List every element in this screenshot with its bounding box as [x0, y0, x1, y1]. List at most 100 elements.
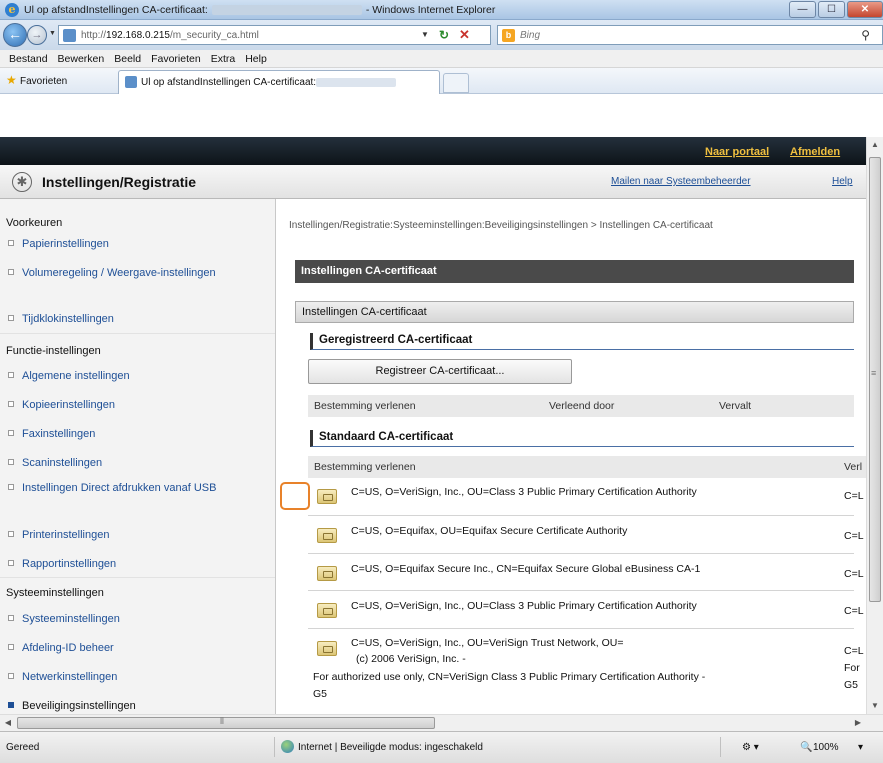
refresh-icon[interactable]: ↻ — [439, 28, 449, 42]
scroll-right-icon[interactable]: ▶ — [850, 715, 866, 731]
menu-help[interactable]: Help — [240, 50, 272, 67]
sidebar-item-papierinstellingen[interactable]: Papierinstellingen — [8, 237, 109, 251]
history-dropdown-icon[interactable]: ▼ — [49, 30, 56, 37]
column-header: Bestemming verlenen — [314, 461, 416, 473]
logout-link[interactable]: Afmelden — [790, 146, 840, 158]
table-row: C=US, O=VeriSign, Inc., OU=Class 3 Publi… — [308, 591, 864, 629]
scroll-down-icon[interactable]: ▼ — [867, 698, 883, 714]
status-divider — [274, 737, 275, 757]
vertical-scroll-thumb[interactable] — [869, 157, 881, 602]
subsection-bar: Instellingen CA-certificaat — [295, 301, 854, 323]
mail-admin-link[interactable]: Mailen naar Systeembeheerder — [611, 176, 751, 187]
bullet-icon — [8, 430, 14, 436]
back-button[interactable]: ← — [3, 23, 27, 47]
redacted-text — [316, 77, 397, 87]
register-ca-button[interactable]: Registreer CA-certificaat... — [308, 359, 572, 384]
search-icon[interactable]: ⚲ — [861, 28, 870, 42]
window-titlebar: e Ul op afstandInstellingen CA-certifica… — [0, 0, 883, 20]
vertical-scrollbar[interactable]: ▲ ▼ — [866, 137, 883, 714]
standard-ca-heading: Standaard CA-certificaat — [310, 430, 854, 447]
scroll-up-icon[interactable]: ▲ — [867, 137, 883, 153]
sidebar-item-rapport[interactable]: Rapportinstellingen — [8, 557, 116, 571]
search-placeholder: Bing — [520, 30, 541, 41]
forward-button[interactable]: → — [27, 25, 47, 45]
column-header: Bestemming verlenen — [314, 400, 416, 412]
cert-issued-by: C=L — [844, 530, 864, 542]
portal-header: Naar portaal Afmelden — [0, 137, 866, 165]
table-row: C=US, O=Equifax, OU=Equifax Secure Certi… — [308, 516, 864, 554]
scroll-left-icon[interactable]: ◀ — [0, 715, 16, 731]
zoom-level[interactable]: 100% — [813, 742, 839, 753]
sidebar-item-kopieer[interactable]: Kopieerinstellingen — [8, 398, 115, 412]
sidebar-item-label: Instellingen Direct afdrukken vanaf USB — [22, 482, 217, 494]
bullet-icon — [8, 269, 14, 275]
sidebar-item-fax[interactable]: Faxinstellingen — [8, 427, 95, 441]
main-content: Instellingen/Registratie:Systeeminstelli… — [277, 199, 866, 714]
horizontal-scrollbar[interactable]: ◀ ▶ — [0, 714, 883, 731]
sidebar-item-usb[interactable]: Instellingen Direct afdrukken vanaf USB — [8, 481, 252, 495]
bullet-icon — [8, 459, 14, 465]
menu-beeld[interactable]: Beeld — [109, 50, 146, 67]
sidebar-item-beveiliging[interactable]: Beveiligingsinstellingen — [8, 699, 136, 713]
sidebar-item-systeeminstellingen[interactable]: Systeeminstellingen — [8, 612, 120, 626]
address-field[interactable]: http://192.168.0.215/m_security_ca.html … — [58, 25, 491, 45]
sidebar-item-label: Printerinstellingen — [22, 529, 110, 541]
registered-table-header: Bestemming verlenen Verleend door Verval… — [308, 395, 854, 417]
sidebar-section-voorkeuren: Voorkeuren — [6, 217, 63, 229]
sidebar-item-label: Algemene instellingen — [22, 370, 130, 382]
portal-link[interactable]: Naar portaal — [705, 146, 769, 158]
certificate-icon[interactable] — [317, 603, 337, 618]
standard-table-header: Bestemming verlenen Verl — [308, 456, 866, 478]
sidebar-item-label: Afdeling-ID beheer — [22, 642, 114, 654]
certificate-icon[interactable] — [317, 489, 337, 504]
sidebar-item-afdeling-id[interactable]: Afdeling-ID beheer — [8, 641, 114, 655]
stop-icon[interactable]: ✕ — [459, 27, 470, 43]
sidebar-item-tijdklokinstellingen[interactable]: Tijdklokinstellingen — [8, 312, 114, 326]
search-field[interactable]: b Bing ⚲ — [497, 25, 883, 45]
sidebar-item-netwerk[interactable]: Netwerkinstellingen — [8, 670, 117, 684]
column-header: Verl — [844, 461, 863, 473]
bullet-icon — [8, 484, 14, 490]
highlight-marker — [280, 482, 310, 510]
cert-issued-by-line: G5 — [844, 679, 859, 691]
window-title-text: Ul op afstandInstellingen CA-certificaat… — [24, 4, 208, 16]
bullet-icon — [8, 702, 14, 708]
sidebar-item-volumeregeling[interactable]: Volumeregeling / Weergave-instellingen — [8, 266, 242, 280]
cert-issued-by-line: For — [844, 662, 860, 674]
horizontal-scroll-thumb[interactable] — [17, 716, 435, 729]
page-settings-icon[interactable]: ⚙ ▾ — [742, 742, 759, 753]
page-header: ✱ Instellingen/Registratie Mailen naar S… — [0, 165, 866, 199]
address-dropdown-icon[interactable]: ▼ — [421, 30, 429, 39]
menu-extra[interactable]: Extra — [206, 50, 241, 67]
window-controls: — ☐ ✕ — [787, 1, 883, 18]
new-tab-button[interactable] — [443, 73, 469, 93]
favorites-button[interactable]: Favorieten — [20, 76, 67, 87]
window-title-app: - Windows Internet Explorer — [365, 4, 496, 16]
sidebar-item-algemene[interactable]: Algemene instellingen — [8, 369, 130, 383]
url-host: 192.168.0.215 — [106, 30, 170, 41]
certificate-icon[interactable] — [317, 566, 337, 581]
menu-favorieten[interactable]: Favorieten — [146, 50, 206, 67]
maximize-button[interactable]: ☐ — [818, 1, 845, 18]
zoom-dropdown-icon[interactable]: ▾ — [858, 742, 863, 753]
sidebar-item-printer[interactable]: Printerinstellingen — [8, 528, 110, 542]
cert-issued-by: C=L — [844, 568, 864, 580]
help-link[interactable]: Help — [832, 176, 853, 187]
menu-bewerken[interactable]: Bewerken — [53, 50, 110, 67]
certificate-icon[interactable] — [317, 641, 337, 656]
sidebar-item-scan[interactable]: Scaninstellingen — [8, 456, 102, 470]
security-zone[interactable]: Internet | Beveiligde modus: ingeschakel… — [298, 742, 483, 753]
bullet-icon — [8, 372, 14, 378]
sidebar-section-functie: Functie-instellingen — [6, 345, 101, 357]
menu-bar: Bestand Bewerken Beeld Favorieten Extra … — [0, 50, 883, 68]
minimize-button[interactable]: — — [789, 1, 816, 18]
menu-bestand[interactable]: Bestand — [4, 50, 53, 67]
browser-tab[interactable]: Ul op afstandInstellingen CA-certificaat… — [118, 70, 440, 94]
url-text[interactable]: http://192.168.0.215/m_security_ca.html — [81, 30, 259, 41]
table-row: C=US, O=VeriSign, Inc., OU=VeriSign Trus… — [308, 629, 864, 714]
close-button[interactable]: ✕ — [847, 1, 883, 18]
registered-ca-heading: Geregistreerd CA-certificaat — [310, 333, 854, 350]
certificate-icon[interactable] — [317, 528, 337, 543]
bullet-icon — [8, 644, 14, 650]
column-header: Vervalt — [719, 400, 752, 412]
